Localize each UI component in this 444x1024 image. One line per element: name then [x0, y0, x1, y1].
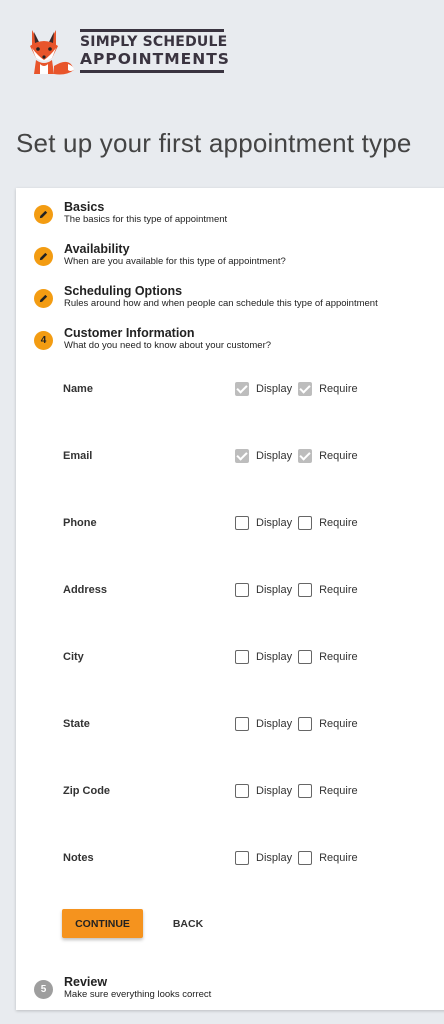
step-text: Review Make sure everything looks correc…: [64, 975, 211, 1001]
step-subtitle: Make sure everything looks correct: [64, 989, 212, 1000]
require-checkbox[interactable]: [298, 516, 313, 530]
fox-logo-icon: [30, 30, 74, 75]
step-number-badge: 4: [34, 331, 53, 350]
back-button[interactable]: BACK: [166, 909, 210, 938]
field-row: State Display Require: [63, 714, 423, 734]
field-row: Zip Code Display Require: [63, 781, 423, 801]
field-row: Notes Display Require: [63, 848, 423, 868]
display-label: Display: [256, 517, 293, 529]
require-checkbox[interactable]: [298, 449, 313, 463]
field-label: City: [63, 651, 84, 663]
display-checkbox[interactable]: [235, 650, 249, 664]
brand-logo: SIMPLY SCHEDULE APPOINTMENTS: [26, 26, 230, 76]
step-title: Review: [64, 975, 108, 989]
pencil-icon: [34, 289, 53, 308]
step-text: Customer Information What do you need to…: [64, 326, 271, 352]
field-label: Phone: [63, 517, 97, 529]
field-row: Phone Display Require: [63, 513, 423, 533]
require-label: Require: [319, 450, 358, 462]
display-label: Display: [256, 450, 293, 462]
require-checkbox[interactable]: [298, 717, 313, 731]
brand-line2: APPOINTMENTS: [80, 50, 230, 68]
require-label: Require: [319, 584, 358, 596]
display-checkbox[interactable]: [235, 516, 249, 530]
field-label: Notes: [63, 852, 94, 864]
step-text: Basics The basics for this type of appoi…: [64, 200, 227, 226]
step-number-badge: 5: [34, 980, 53, 999]
step-review[interactable]: 5 Review Make sure everything looks corr…: [34, 975, 211, 1001]
brand-line1: SIMPLY SCHEDULE: [80, 34, 228, 50]
pencil-icon: [34, 247, 53, 266]
step-subtitle: What do you need to know about your cust…: [64, 340, 272, 351]
field-label: Name: [63, 383, 93, 395]
field-label: Zip Code: [63, 785, 111, 797]
field-label: State: [63, 718, 90, 730]
pencil-icon: [34, 205, 53, 224]
display-label: Display: [256, 651, 293, 663]
display-label: Display: [256, 584, 293, 596]
display-checkbox[interactable]: [235, 583, 249, 597]
field-row: Email Display Require: [63, 446, 423, 466]
require-label: Require: [319, 651, 358, 663]
require-label: Require: [319, 383, 358, 395]
field-row: Name Display Require: [63, 379, 423, 399]
setup-stepper-card: Basics The basics for this type of appoi…: [16, 188, 444, 1010]
require-label: Require: [319, 785, 358, 797]
display-checkbox[interactable]: [235, 851, 249, 865]
step-customer-information[interactable]: 4 Customer Information What do you need …: [34, 326, 271, 352]
require-checkbox[interactable]: [298, 382, 313, 396]
step-title: Scheduling Options: [64, 284, 183, 298]
display-label: Display: [256, 785, 293, 797]
field-row: Address Display Require: [63, 580, 423, 600]
step-availability[interactable]: Availability When are you available for …: [34, 242, 286, 268]
require-label: Require: [319, 517, 358, 529]
display-label: Display: [256, 852, 293, 864]
page-title: Set up your first appointment type: [16, 128, 412, 158]
require-checkbox[interactable]: [298, 650, 313, 664]
step-subtitle: When are you available for this type of …: [64, 256, 286, 267]
display-checkbox[interactable]: [235, 717, 249, 731]
field-label: Address: [63, 584, 108, 596]
display-checkbox[interactable]: [235, 382, 249, 396]
display-checkbox[interactable]: [235, 784, 249, 798]
step-title: Customer Information: [64, 326, 195, 340]
require-checkbox[interactable]: [298, 851, 313, 865]
continue-button[interactable]: CONTINUE: [62, 909, 143, 938]
step-subtitle: The basics for this type of appointment: [64, 214, 228, 225]
step-text: Availability When are you available for …: [64, 242, 286, 268]
field-label: Email: [63, 450, 93, 462]
display-label: Display: [256, 718, 293, 730]
field-row: City Display Require: [63, 647, 423, 667]
require-checkbox[interactable]: [298, 583, 313, 597]
step-scheduling-options[interactable]: Scheduling Options Rules around how and …: [34, 284, 378, 310]
require-label: Require: [319, 852, 358, 864]
step-text: Scheduling Options Rules around how and …: [64, 284, 378, 310]
require-checkbox[interactable]: [298, 784, 313, 798]
brand-wordmark: SIMPLY SCHEDULE APPOINTMENTS: [80, 29, 230, 73]
display-checkbox[interactable]: [235, 449, 249, 463]
brand-rule-bottom: [80, 70, 224, 73]
step-basics[interactable]: Basics The basics for this type of appoi…: [34, 200, 227, 226]
brand-rule-top: [80, 29, 224, 32]
display-label: Display: [256, 383, 293, 395]
require-label: Require: [319, 718, 358, 730]
step-subtitle: Rules around how and when people can sch…: [64, 298, 378, 309]
step-title: Availability: [64, 242, 130, 256]
step-title: Basics: [64, 200, 105, 214]
